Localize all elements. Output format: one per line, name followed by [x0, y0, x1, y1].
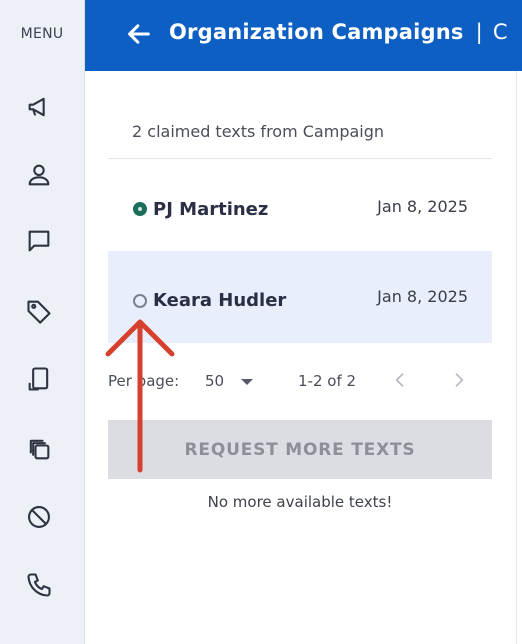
chat-bubble-icon[interactable]	[24, 226, 54, 256]
contact-row[interactable]: PJ Martinez Jan 8, 2025	[108, 162, 492, 254]
person-icon[interactable]	[24, 160, 54, 190]
contact-date: Jan 8, 2025	[377, 197, 468, 216]
sidebar: MENU	[0, 0, 85, 644]
no-more-texts-message: No more available texts!	[207, 493, 393, 511]
page-title-text: Organization Campaigns	[169, 20, 464, 44]
tag-icon[interactable]	[24, 296, 54, 326]
claimed-texts-summary: 2 claimed texts from Campaign	[132, 122, 385, 141]
block-icon[interactable]	[24, 502, 54, 532]
annotation-arrow-icon	[105, 319, 175, 473]
back-arrow-icon[interactable]	[125, 20, 155, 50]
copy-icon[interactable]	[24, 434, 54, 464]
app-header: Organization Campaigns | C	[85, 0, 522, 71]
phone-icon[interactable]	[24, 570, 54, 600]
status-dot-active	[133, 202, 147, 216]
page-title: Organization Campaigns | C	[169, 20, 508, 44]
menu-label: MENU	[20, 26, 64, 42]
title-extra: C	[492, 20, 508, 44]
megaphone-icon[interactable]	[24, 92, 54, 122]
contact-date: Jan 8, 2025	[377, 287, 468, 306]
chevron-down-icon[interactable]	[241, 379, 253, 385]
panel-edge	[516, 71, 517, 644]
contact-name: PJ Martinez	[153, 199, 269, 220]
page-range: 1-2 of 2	[298, 372, 357, 390]
chevron-right-icon[interactable]	[449, 370, 473, 394]
status-dot-inactive	[133, 294, 147, 308]
chevron-left-icon[interactable]	[390, 370, 414, 394]
divider	[108, 158, 492, 159]
per-page-select[interactable]: 50	[205, 372, 224, 390]
title-separator: |	[475, 20, 483, 44]
contact-name: Keara Hudler	[153, 290, 287, 311]
phone-tablet-icon[interactable]	[24, 364, 54, 394]
